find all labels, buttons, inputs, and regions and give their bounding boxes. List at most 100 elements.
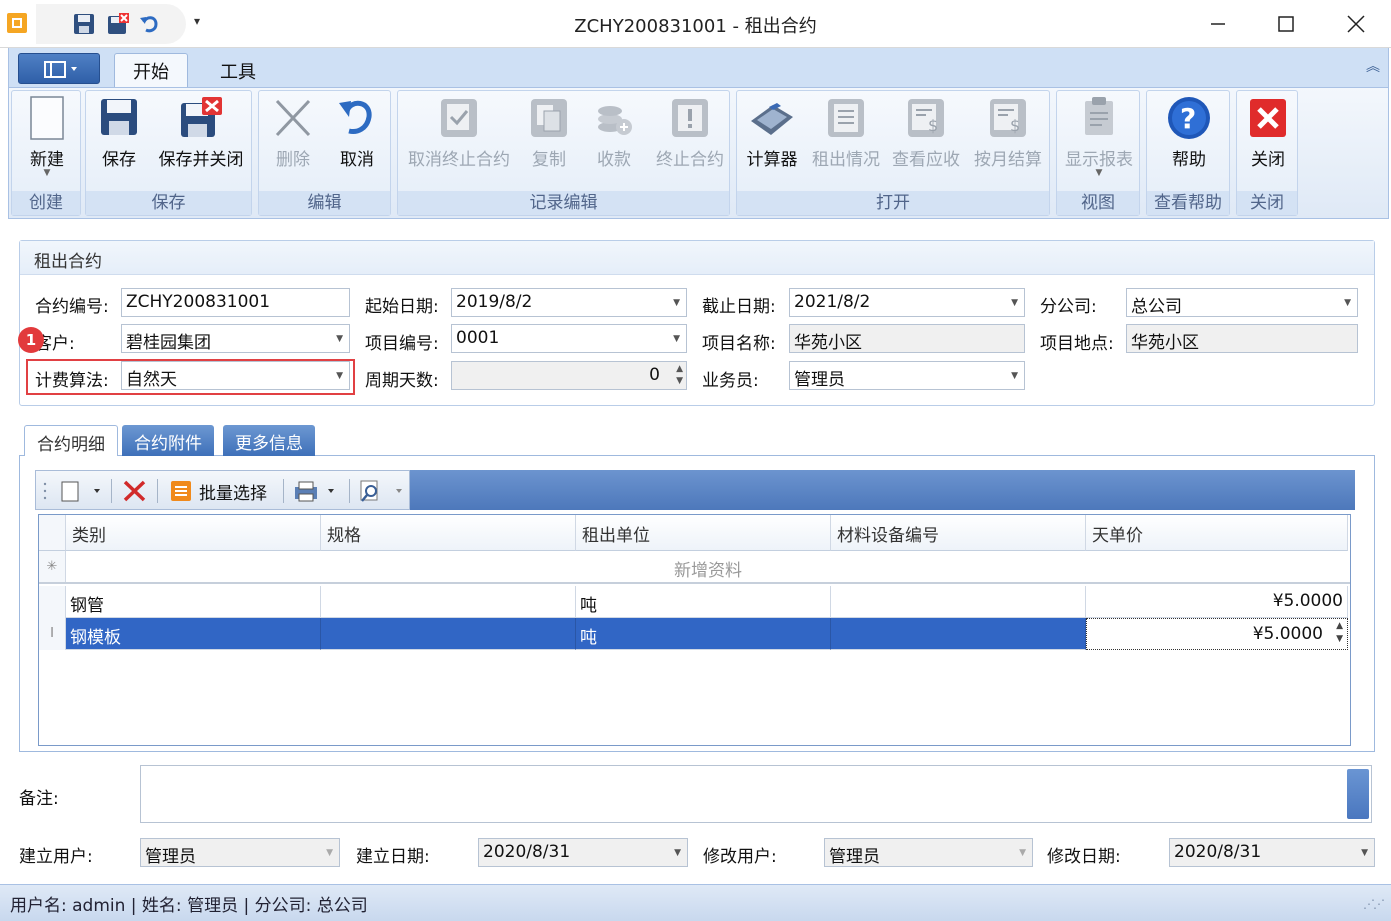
save-and-close-button[interactable]: 保存并关闭 [152,95,250,187]
cell-category[interactable]: 钢模板 [66,618,321,650]
cell-material-code[interactable] [831,586,1086,618]
title-bar: ▾ ZCHY200831001 - 租出合约 [0,0,1391,48]
new-row[interactable]: ✳ 新增资料 [39,551,1350,584]
spin-arrows-icon[interactable]: ▲ ▼ [676,363,683,387]
highlight-annotation [26,359,355,395]
project-no-label: 项目编号: [365,334,439,354]
ribbon-group-create: 新建 ▼ 创建 [11,90,81,216]
end-date-picker[interactable]: 2021/8/2 ▼ [789,288,1025,317]
tab-contract-attachments[interactable]: 合约附件 [122,425,214,456]
batch-select-button[interactable]: 批量选择 [199,479,267,504]
column-header-material-code[interactable]: 材料设备编号 [831,515,1086,551]
chevron-down-icon[interactable]: ▼ [1344,298,1351,308]
copy-button[interactable]: 复制 [522,95,576,187]
calculator-icon [751,103,793,135]
cell-spec[interactable] [321,618,576,650]
resize-grip-icon[interactable]: ⋰⋰ [1363,897,1385,911]
chevron-down-icon[interactable]: ▼ [1011,371,1018,381]
modified-date-label: 修改日期: [1047,847,1121,867]
close-icon[interactable] [1336,8,1376,40]
view-receivable-button[interactable]: $ 查看应收 [887,95,965,187]
ribbon-group-close: 关闭 关闭 [1236,90,1298,216]
delete-icon [275,99,311,137]
show-report-button[interactable]: 显示报表 ▼ [1059,95,1139,187]
cell-material-code[interactable] [831,618,1086,650]
start-date-label: 起始日期: [365,297,439,317]
new-row-icon[interactable] [58,479,106,503]
chevron-down-icon[interactable]: ▼ [673,334,680,344]
new-button[interactable]: 新建 ▼ [12,95,82,187]
tab-start[interactable]: 开始 [114,53,188,88]
cancel-button[interactable]: 取消 [327,95,387,187]
column-header-spec[interactable]: 规格 [321,515,576,551]
chevron-down-icon[interactable]: ▼ [1011,298,1018,308]
salesperson-select[interactable]: 管理员 ▼ [789,361,1025,390]
delete-button[interactable]: 删除 [263,95,323,187]
chevron-down-icon: ▼ [326,848,333,858]
grid-toolbar: 批量选择 [35,470,1355,510]
chevron-down-icon: ▼ [1019,848,1026,858]
column-header-category[interactable]: 类别 [66,515,321,551]
step-marker: 1 [18,327,44,353]
cell-spec[interactable] [321,586,576,618]
save-button[interactable]: 保存 [92,95,146,187]
find-icon[interactable] [358,479,408,503]
ribbon-group-label: 记录编辑 [398,191,729,215]
cell-daily-price[interactable]: ¥5.0000 [1086,586,1348,618]
cell-unit[interactable]: 吨 [576,618,831,650]
close-button[interactable]: 关闭 [1239,95,1297,187]
start-date-picker[interactable]: 2019/8/2 ▼ [451,288,687,317]
calculator-button[interactable]: 计算器 [739,95,805,187]
terminate-contract-button[interactable]: 终止合约 [652,95,728,187]
cancel-terminate-button[interactable]: 取消终止合约 [402,95,516,187]
ribbon-group-edit: 删除 取消 编辑 [258,90,391,216]
chevron-down-icon[interactable]: ▼ [336,334,343,344]
maximize-icon[interactable] [1266,8,1306,40]
branch-label: 分公司: [1040,297,1097,317]
app-menu-button[interactable] [18,53,100,84]
document-check-icon [441,99,477,137]
project-name-field: 华苑小区 [789,324,1025,353]
tab-more-info[interactable]: 更多信息 [223,425,315,456]
column-header-daily-price[interactable]: 天单价 [1086,515,1348,551]
save-close-icon [181,97,222,137]
column-header-unit[interactable]: 租出单位 [576,515,831,551]
end-date-label: 截止日期: [702,297,776,317]
modified-date-field: 2020/8/31 ▼ [1169,838,1375,867]
tab-tools[interactable]: 工具 [201,53,275,88]
monthly-settlement-button[interactable]: $ 按月结算 [969,95,1047,187]
help-button[interactable]: ? 帮助 [1149,95,1229,187]
ribbon-group-label: 视图 [1057,191,1139,215]
contract-no-input[interactable]: ZCHY200831001 [121,288,350,317]
minimize-icon[interactable] [1198,8,1238,40]
project-no-select[interactable]: 0001 ▼ [451,324,687,353]
scrollbar[interactable] [1347,769,1369,819]
branch-select[interactable]: 总公司 ▼ [1126,288,1358,317]
cycle-days-stepper[interactable]: 0 ▲ ▼ [451,361,687,390]
customer-select[interactable]: 碧桂园集团 ▼ [121,324,350,353]
ribbon-group-label: 关闭 [1237,191,1297,215]
spin-arrows-icon[interactable]: ▲ ▼ [1336,620,1343,646]
daily-price-editor[interactable]: ¥5.0000 ▲ ▼ [1086,618,1348,650]
ribbon-group-label: 打开 [737,191,1049,215]
undo-icon [339,100,372,134]
batch-select-icon[interactable] [169,479,193,503]
tab-contract-detail[interactable]: 合约明细 [24,425,118,456]
chevron-down-icon[interactable]: ▼ [673,298,680,308]
warning-icon [672,99,708,137]
cell-category[interactable]: 钢管 [66,586,321,618]
document-list-icon [828,99,864,137]
toolbar-grip-icon [42,479,48,503]
ribbon-group-save: 保存 保存并关闭 保存 [85,90,252,216]
rental-status-button[interactable]: 租出情况 [809,95,883,187]
print-icon[interactable] [292,479,344,503]
ribbon-tab-bar: 开始 工具 ︽ [8,48,1389,88]
remarks-textarea[interactable] [140,765,1372,823]
delete-row-icon[interactable] [122,479,148,503]
settlement-icon: $ [990,99,1026,137]
cell-unit[interactable]: 吨 [576,586,831,618]
collect-payment-button[interactable]: 收款 [582,95,646,187]
svg-text:$: $ [928,116,938,135]
ribbon-collapse-icon[interactable]: ︽ [1366,56,1380,76]
created-by-label: 建立用户: [19,847,93,867]
